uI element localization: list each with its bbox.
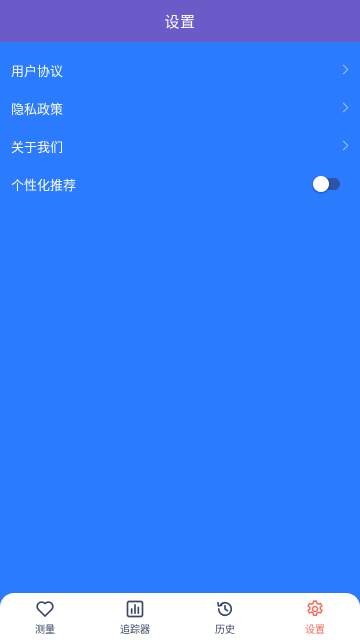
bottom-tab-bar: 测量 追踪器 历史 设置 — [0, 593, 360, 640]
personalized-recommendation-toggle[interactable] — [313, 176, 340, 192]
tab-tracker[interactable]: 追踪器 — [90, 593, 180, 640]
history-icon — [217, 601, 233, 617]
settings-item-label: 用户协议 — [11, 64, 64, 80]
tab-label: 追踪器 — [120, 625, 150, 636]
heart-icon — [36, 601, 54, 617]
tab-measure[interactable]: 测量 — [0, 593, 90, 640]
tab-settings[interactable]: 设置 — [270, 593, 360, 640]
settings-item-user-agreement[interactable]: 用户协议 — [0, 51, 360, 89]
chevron-right-icon — [338, 64, 349, 75]
settings-item-personalized-recommendation: 个性化推荐 — [0, 165, 360, 203]
bar-chart-icon — [126, 600, 144, 618]
settings-item-label: 隐私政策 — [11, 102, 64, 118]
chevron-right-icon — [338, 140, 349, 151]
tab-label: 历史 — [215, 625, 235, 636]
gear-icon — [307, 600, 323, 616]
settings-item-label: 关于我们 — [11, 140, 64, 156]
settings-item-label: 个性化推荐 — [11, 178, 77, 194]
tab-history[interactable]: 历史 — [180, 593, 270, 640]
settings-list: 用户协议 隐私政策 关于我们 个性化推荐 — [0, 51, 360, 203]
tab-label: 设置 — [305, 625, 325, 636]
tab-label: 测量 — [35, 625, 55, 636]
toggle-knob — [313, 176, 329, 192]
page-title: 设置 — [164, 12, 196, 31]
app-header: 设置 — [0, 0, 360, 42]
chevron-right-icon — [338, 102, 349, 113]
settings-item-privacy-policy[interactable]: 隐私政策 — [0, 89, 360, 127]
settings-item-about-us[interactable]: 关于我们 — [0, 127, 360, 165]
